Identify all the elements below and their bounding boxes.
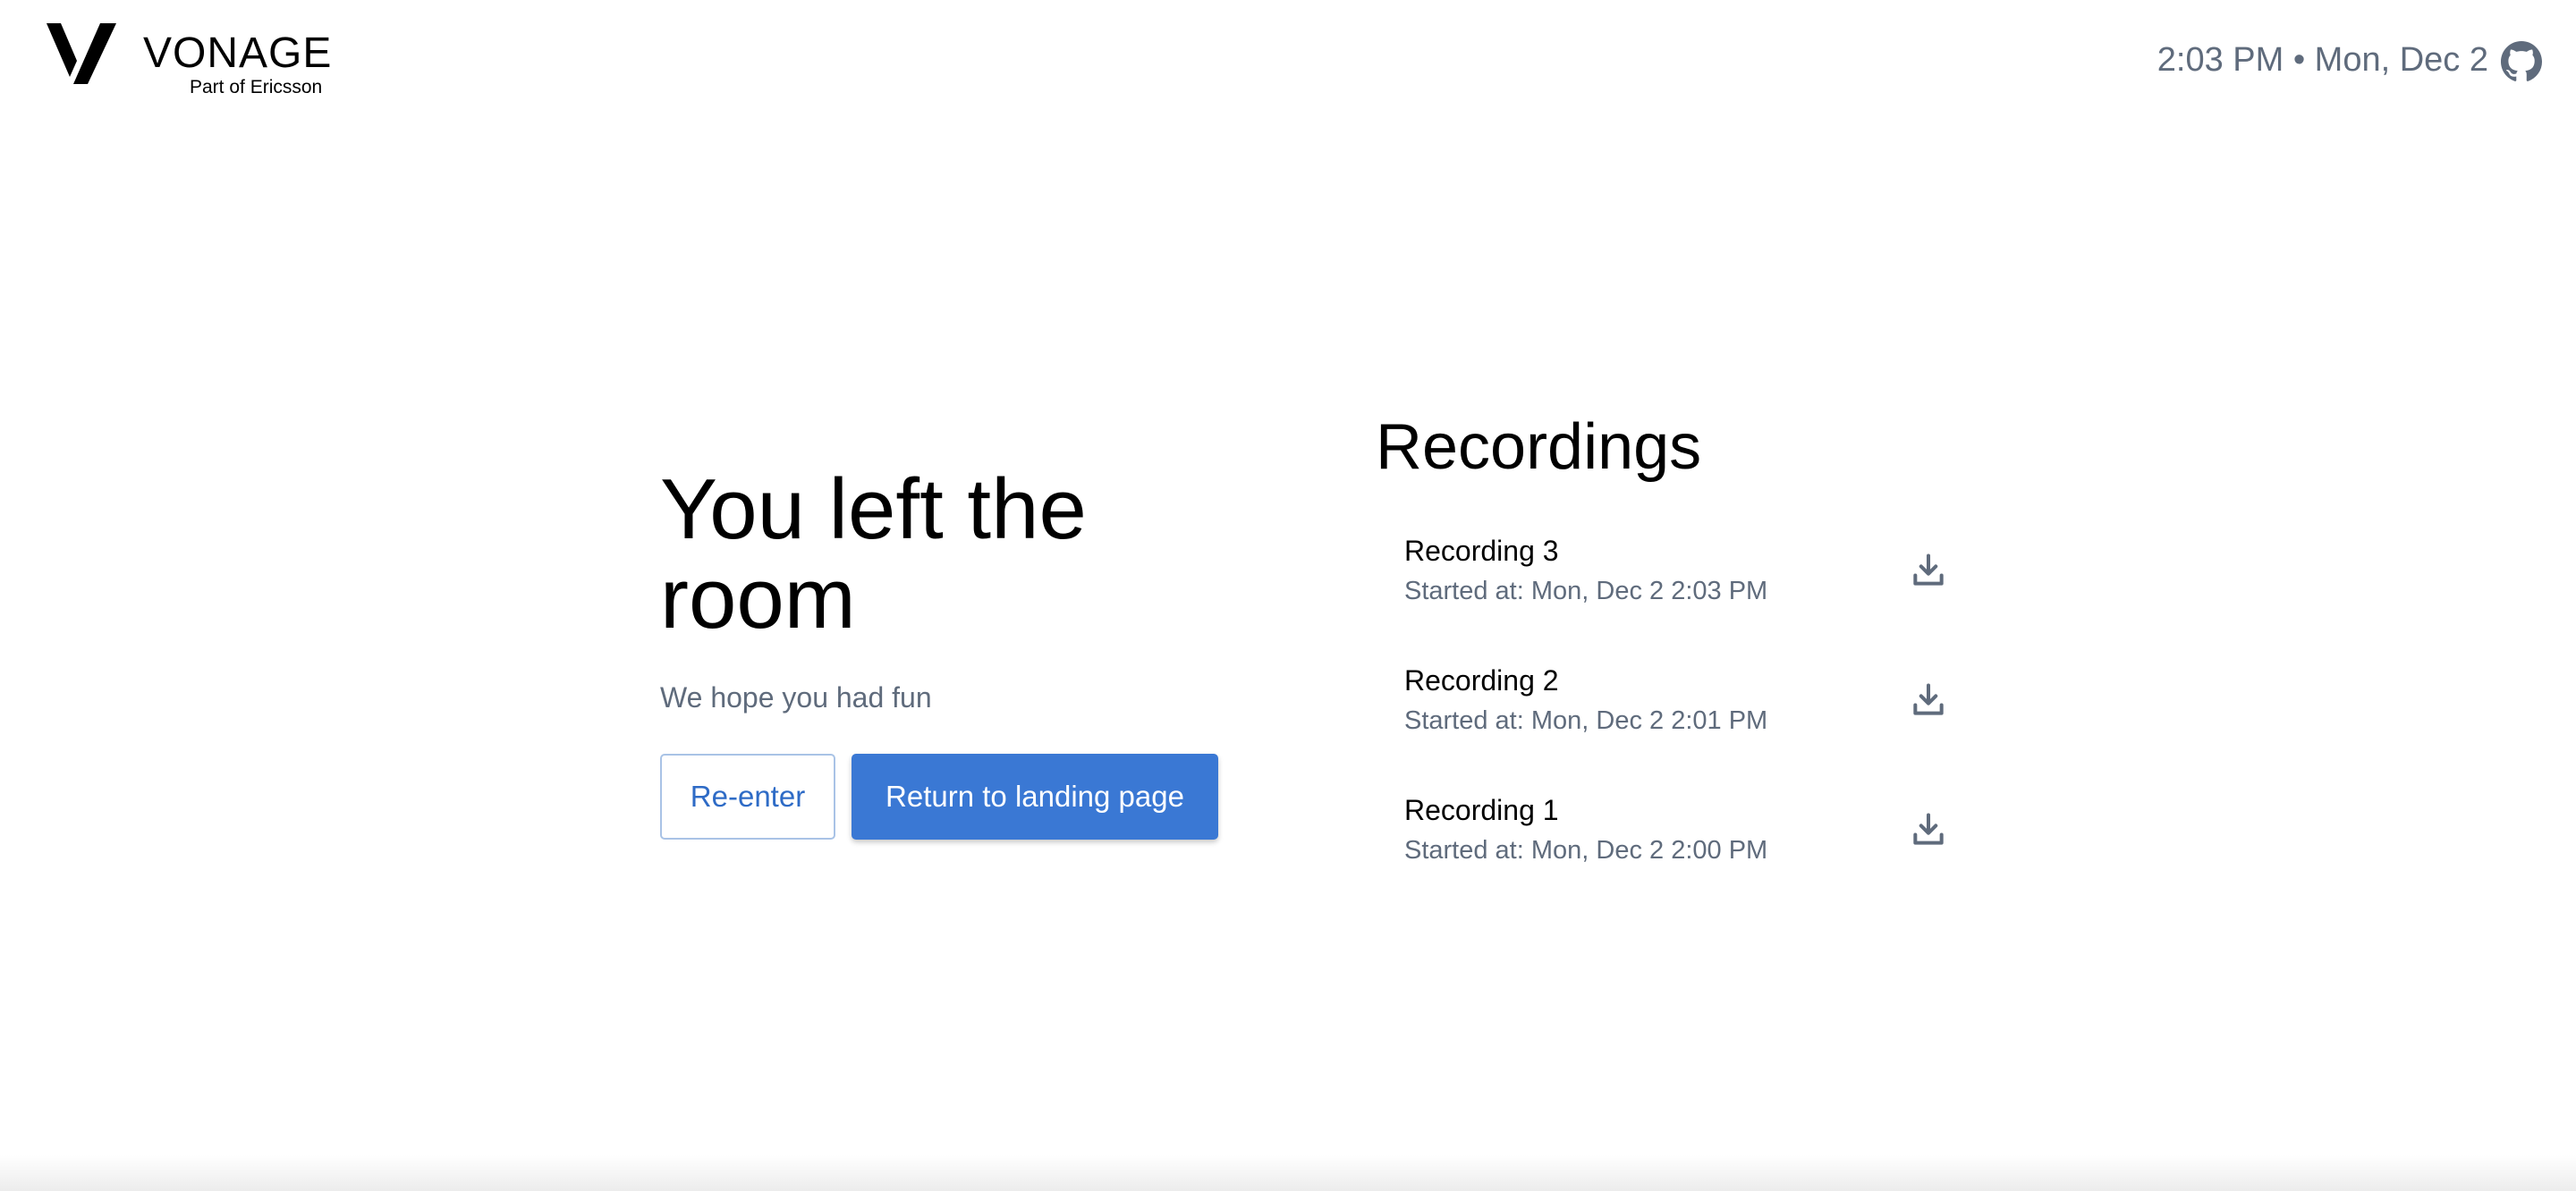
logo-wordmark: VONAGE	[143, 30, 333, 77]
vonage-logo[interactable]: VONAGE Part of Ericsson	[47, 21, 351, 102]
recording-started-at: Started at: Mon, Dec 2 2:00 PM	[1404, 836, 1768, 865]
recording-name: Recording 2	[1404, 664, 1559, 697]
header: VONAGE Part of Ericsson 2:03 PM • Mon, D…	[0, 0, 2576, 125]
recording-started-at: Started at: Mon, Dec 2 2:03 PM	[1404, 577, 1768, 605]
recording-item[interactable]: Recording 3 Started at: Mon, Dec 2 2:03 …	[1376, 526, 1975, 655]
reenter-button[interactable]: Re-enter	[660, 754, 835, 840]
return-to-landing-button[interactable]: Return to landing page	[852, 754, 1218, 840]
recording-started-at: Started at: Mon, Dec 2 2:01 PM	[1404, 706, 1768, 735]
action-buttons: Re-enter Return to landing page	[660, 754, 1233, 840]
page-title: You left the room	[660, 461, 1087, 646]
left-panel: You left the room We hope you had fun Re…	[660, 465, 1233, 840]
recordings-title: Recordings	[1376, 411, 1702, 483]
clock-date: 2:03 PM • Mon, Dec 2	[2157, 41, 2488, 79]
download-icon[interactable]	[1909, 810, 1948, 849]
page-subtitle: We hope you had fun	[660, 681, 932, 714]
logo-subtitle: Part of Ericsson	[190, 77, 323, 97]
download-icon[interactable]	[1909, 551, 1948, 590]
recordings-list: Recording 3 Started at: Mon, Dec 2 2:03 …	[1376, 526, 1975, 915]
recording-name: Recording 3	[1404, 535, 1559, 567]
recordings-panel: Recordings Recording 3 Started at: Mon, …	[1376, 411, 1975, 915]
recording-item[interactable]: Recording 2 Started at: Mon, Dec 2 2:01 …	[1376, 655, 1975, 785]
bottom-edge-shadow	[0, 1155, 2576, 1191]
download-icon[interactable]	[1909, 680, 1948, 720]
vonage-logo-mark-icon	[47, 23, 116, 84]
recording-item[interactable]: Recording 1 Started at: Mon, Dec 2 2:00 …	[1376, 785, 1975, 915]
recording-name: Recording 1	[1404, 794, 1559, 826]
github-icon[interactable]	[2501, 41, 2542, 82]
